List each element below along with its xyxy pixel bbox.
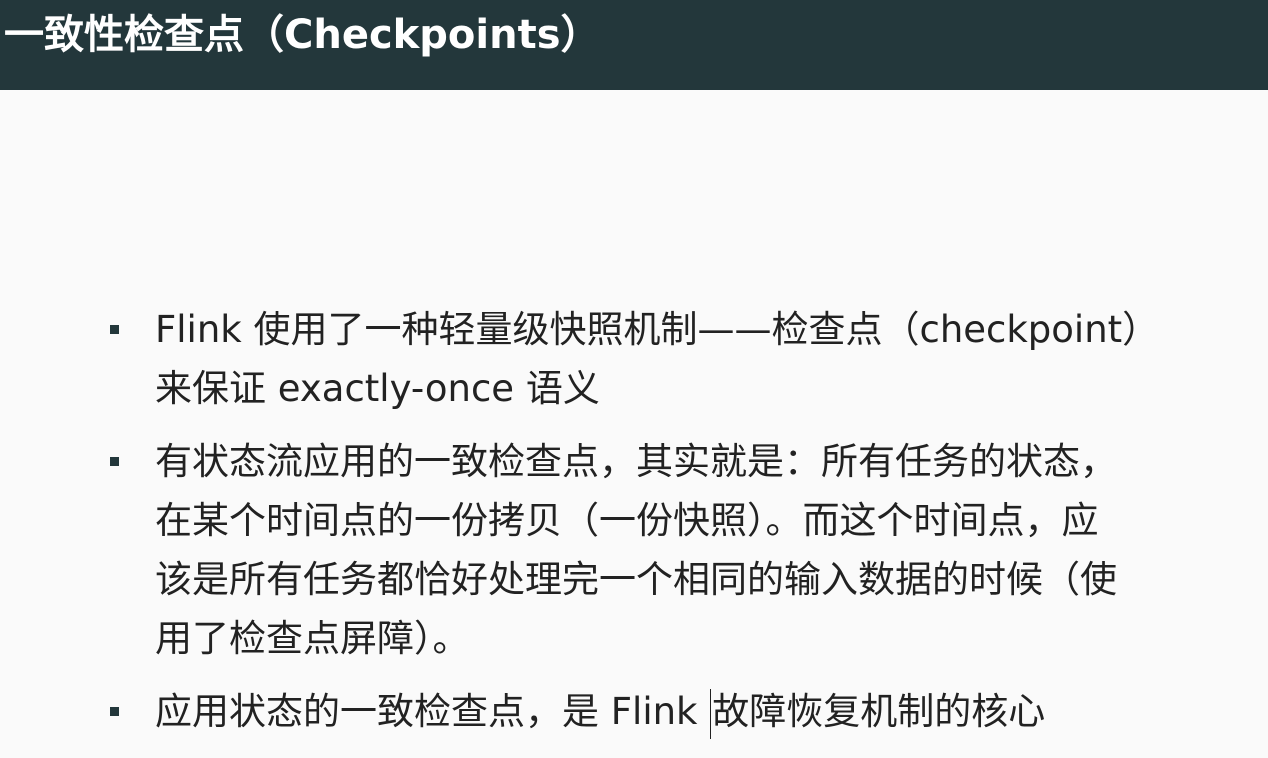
bullet-line: 有状态流应用的一致检查点，其实就是：所有任务的状态， <box>155 440 1117 483</box>
square-bullet-icon <box>110 457 119 466</box>
bullet-segment: 应用状态的一致检查点，是 Flink <box>155 690 710 733</box>
bullet-text-3: 应用状态的一致检查点，是 Flink 故障恢复机制的核心 <box>155 682 1250 741</box>
title-bar: 一致性检查点（Checkpoints） <box>0 0 1268 90</box>
bullet-line: 在某个时间点的一份拷贝（一份快照）。而这个时间点，应 <box>155 499 1099 542</box>
bullet-text-1: Flink 使用了一种轻量级快照机制——检查点（checkpoint） 来保证 … <box>155 300 1250 418</box>
bullet-line: 该是所有任务都恰好处理完一个相同的输入数据的时候（使 <box>155 558 1117 601</box>
square-bullet-icon <box>110 707 119 716</box>
bullet-line: 应用状态的一致检查点，是 Flink 故障恢复机制的核心 <box>155 682 1250 741</box>
bullet-line: Flink 使用了一种轻量级快照机制——检查点（checkpoint） <box>155 308 1160 351</box>
square-bullet-icon <box>110 325 119 334</box>
slide-title: 一致性检查点（Checkpoints） <box>4 12 601 58</box>
bullet-segment: 故障恢复机制的核心 <box>712 690 1046 733</box>
bullet-line: 用了检查点屏障）。 <box>155 617 470 660</box>
bullet-text-2: 有状态流应用的一致检查点，其实就是：所有任务的状态， 在某个时间点的一份拷贝（一… <box>155 432 1250 668</box>
bullet-line: 来保证 exactly-once 语义 <box>155 367 600 410</box>
